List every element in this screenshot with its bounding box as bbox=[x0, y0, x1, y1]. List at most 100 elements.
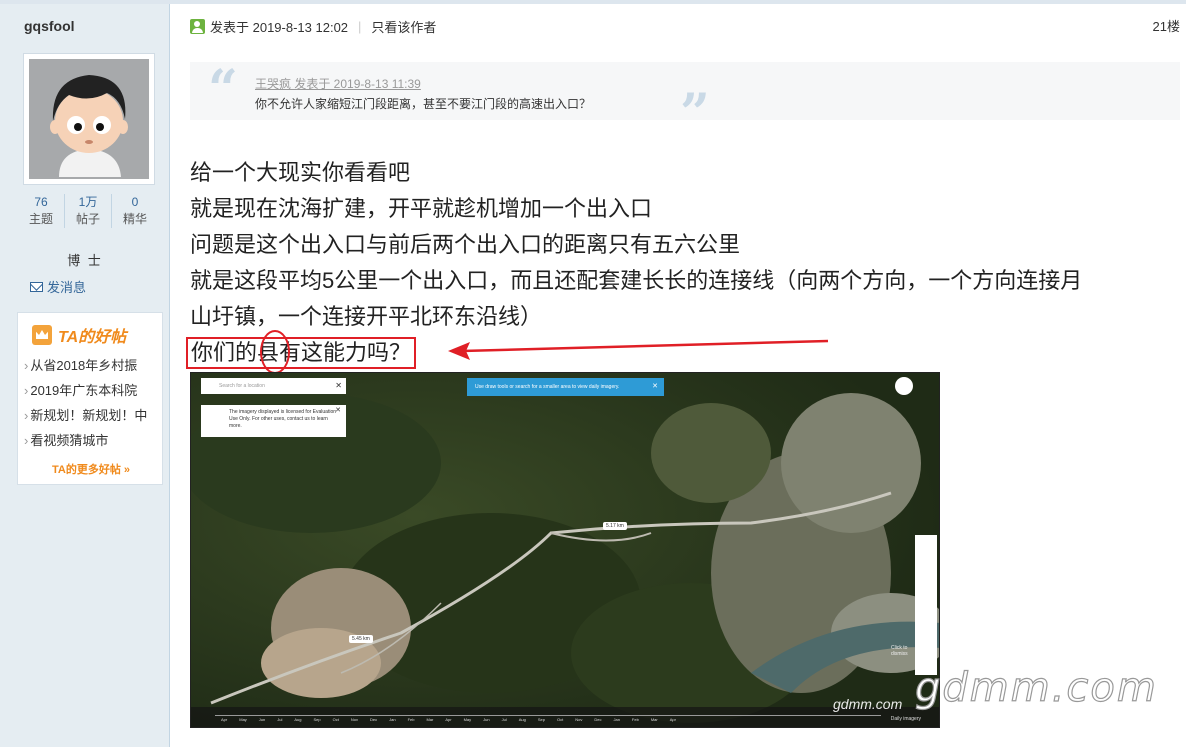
month-tick: Sep bbox=[313, 717, 321, 722]
distance-label: 5.17 km bbox=[603, 522, 627, 530]
hot-post-title: 从省2018年乡村振 bbox=[30, 358, 138, 373]
month-tick: Apr bbox=[669, 717, 676, 722]
hot-post-item[interactable]: › 新规划！新规划！中 bbox=[24, 403, 164, 428]
highlight-box: 你们的县有这能力吗？ bbox=[186, 330, 417, 374]
month-tick: Nov bbox=[350, 717, 358, 722]
month-tick: May bbox=[463, 717, 472, 722]
hot-posts-title: TA的好帖 bbox=[58, 329, 127, 346]
floor-number[interactable]: 21楼 bbox=[1153, 16, 1180, 35]
quote-text: 你不允许人家缩短江门段距离，甚至不要江门段的高速出入口？ bbox=[255, 97, 592, 111]
author-stats: 76 主题 1万 帖子 0 精华 bbox=[18, 194, 158, 228]
map-search-placeholder: Search for a location bbox=[219, 383, 265, 389]
hot-post-title: 2019年广东本科院 bbox=[30, 383, 138, 398]
chevron-right-icon: › bbox=[24, 433, 29, 448]
license-text: The imagery displayed is licensed for Ev… bbox=[229, 409, 336, 429]
month-tick: Apr bbox=[221, 717, 228, 722]
site-watermark: gdmm.com bbox=[914, 664, 1158, 711]
mail-icon bbox=[30, 281, 43, 292]
chevron-right-icon: › bbox=[24, 358, 29, 373]
month-tick: Aug bbox=[518, 717, 526, 722]
avatar[interactable] bbox=[23, 53, 155, 185]
online-user-icon bbox=[190, 18, 205, 34]
month-tick: Oct bbox=[332, 717, 339, 722]
send-message-link[interactable]: 发消息 bbox=[30, 277, 86, 296]
month-tick: May bbox=[239, 717, 247, 722]
imagery-timeline[interactable]: Apr May Jun Jul Aug Sep Oct Nov Dec Jan … bbox=[191, 707, 939, 727]
author-sidebar: gqsfool 76 主题 1万 帖子 0 精华 博 士 发消息 TA的好帖 ›… bbox=[0, 4, 170, 747]
timeline-months: Apr May Jun Jul Aug Sep Oct Nov Dec Jan … bbox=[221, 717, 676, 722]
hot-posts-box: TA的好帖 › 从省2018年乡村振 › 2019年广东本科院 › 新规划！新规划！中… bbox=[17, 312, 163, 485]
month-tick: Mar bbox=[426, 717, 434, 722]
hot-post-title: 新规划！新规划！中 bbox=[30, 408, 148, 423]
chevron-right-icon: › bbox=[24, 408, 29, 423]
month-tick: Nov bbox=[575, 717, 583, 722]
quote-open-icon: “ bbox=[208, 59, 238, 120]
distance-label: 5.45 km bbox=[349, 635, 373, 643]
divider: | bbox=[358, 18, 362, 34]
satellite-map-image[interactable]: Search for a location ✕ The imagery disp… bbox=[190, 372, 940, 728]
stat-posts[interactable]: 1万 帖子 bbox=[65, 194, 112, 228]
only-author-link[interactable]: 只看该作者 bbox=[371, 17, 436, 36]
highlight-text: 你们的县有这能力吗？ bbox=[191, 340, 412, 365]
month-tick: Aug bbox=[294, 717, 302, 722]
month-tick: Sep bbox=[537, 717, 545, 722]
stat-digest[interactable]: 0 精华 bbox=[112, 194, 158, 228]
month-tick: Feb bbox=[631, 717, 639, 722]
post-line: 给一个大现实你看看吧 bbox=[190, 160, 411, 185]
grid-menu-icon[interactable] bbox=[895, 377, 913, 395]
close-icon[interactable]: ✕ bbox=[335, 407, 341, 414]
send-message-label: 发消息 bbox=[47, 280, 87, 295]
timeline-track bbox=[215, 715, 881, 716]
daily-imagery-label: Daily imagery bbox=[890, 716, 921, 722]
close-icon[interactable]: ✕ bbox=[335, 378, 342, 394]
month-tick: Jun bbox=[483, 717, 490, 722]
post-line: 就是现在沈海扩建，开平就趁机增加一个出入口 bbox=[190, 196, 653, 221]
post-time: 发表于 2019-8-13 12:02 bbox=[210, 19, 349, 35]
stat-label: 精华 bbox=[122, 212, 147, 226]
hot-post-title: 看视频猜城市 bbox=[30, 433, 109, 448]
user-rank: 博 士 bbox=[67, 253, 103, 268]
month-tick: Jan bbox=[389, 717, 396, 722]
license-notice: The imagery displayed is licensed for Ev… bbox=[201, 405, 346, 437]
post-line: 山圩镇，一个连接开平北环东沿线） bbox=[190, 304, 543, 329]
draw-tip-text: Use draw tools or search for a smaller a… bbox=[475, 384, 620, 390]
hot-post-item[interactable]: › 从省2018年乡村振 bbox=[24, 353, 164, 378]
draw-tools-tip: Use draw tools or search for a smaller a… bbox=[467, 378, 664, 396]
stat-value: 0 bbox=[131, 195, 139, 209]
stat-value: 1万 bbox=[78, 195, 98, 209]
map-search-input[interactable]: Search for a location ✕ bbox=[201, 378, 346, 394]
post-line: 问题是这个出入口与前后两个出入口的距离只有五六公里 bbox=[190, 232, 741, 257]
hot-post-item[interactable]: › 看视频猜城市 bbox=[24, 428, 164, 453]
quote-meta[interactable]: 王哭疯 发表于 2019-8-13 11:39 bbox=[255, 75, 421, 92]
month-tick: Jan bbox=[613, 717, 620, 722]
hot-posts-list: › 从省2018年乡村振 › 2019年广东本科院 › 新规划！新规划！中 › 看视频猜… bbox=[24, 353, 164, 453]
month-tick: Jun bbox=[258, 717, 266, 722]
crown-icon bbox=[32, 325, 52, 345]
month-tick: Jul bbox=[501, 717, 507, 722]
red-arrow-icon bbox=[448, 339, 829, 360]
hot-posts-header: TA的好帖 bbox=[32, 323, 126, 347]
quote-close-icon: ” bbox=[680, 83, 710, 144]
author-name[interactable]: gqsfool bbox=[24, 18, 75, 34]
month-tick: Apr bbox=[445, 717, 452, 722]
hot-post-item[interactable]: › 2019年广东本科院 bbox=[24, 378, 164, 403]
month-tick: Oct bbox=[556, 717, 564, 722]
stat-label: 主题 bbox=[28, 212, 53, 226]
stat-threads[interactable]: 76 主题 bbox=[18, 194, 65, 228]
site-watermark-small: gdmm.com bbox=[833, 696, 903, 712]
month-tick: Dec bbox=[369, 717, 378, 722]
top-border bbox=[0, 0, 1186, 4]
month-tick: Jul bbox=[277, 717, 283, 722]
close-icon[interactable]: ✕ bbox=[652, 378, 658, 396]
month-tick: Dec bbox=[594, 717, 602, 722]
stat-value: 76 bbox=[34, 195, 48, 209]
chevron-right-icon: › bbox=[24, 383, 29, 398]
post-line: 就是这段平均5公里一个出入口，而且还配套建长长的连接线（向两个方向，一个方向连接… bbox=[190, 268, 1083, 293]
post-header: 发表于 2019-8-13 12:02 | 只看该作者 21楼 bbox=[190, 16, 1186, 36]
dismiss-note[interactable]: Click to dismiss bbox=[891, 645, 919, 657]
month-tick: Mar bbox=[650, 717, 658, 722]
highlight-circle bbox=[260, 330, 290, 374]
more-hot-posts-link[interactable]: TA的更多好帖 » bbox=[18, 461, 164, 477]
stat-label: 帖子 bbox=[75, 212, 100, 226]
month-tick: Feb bbox=[407, 717, 415, 722]
